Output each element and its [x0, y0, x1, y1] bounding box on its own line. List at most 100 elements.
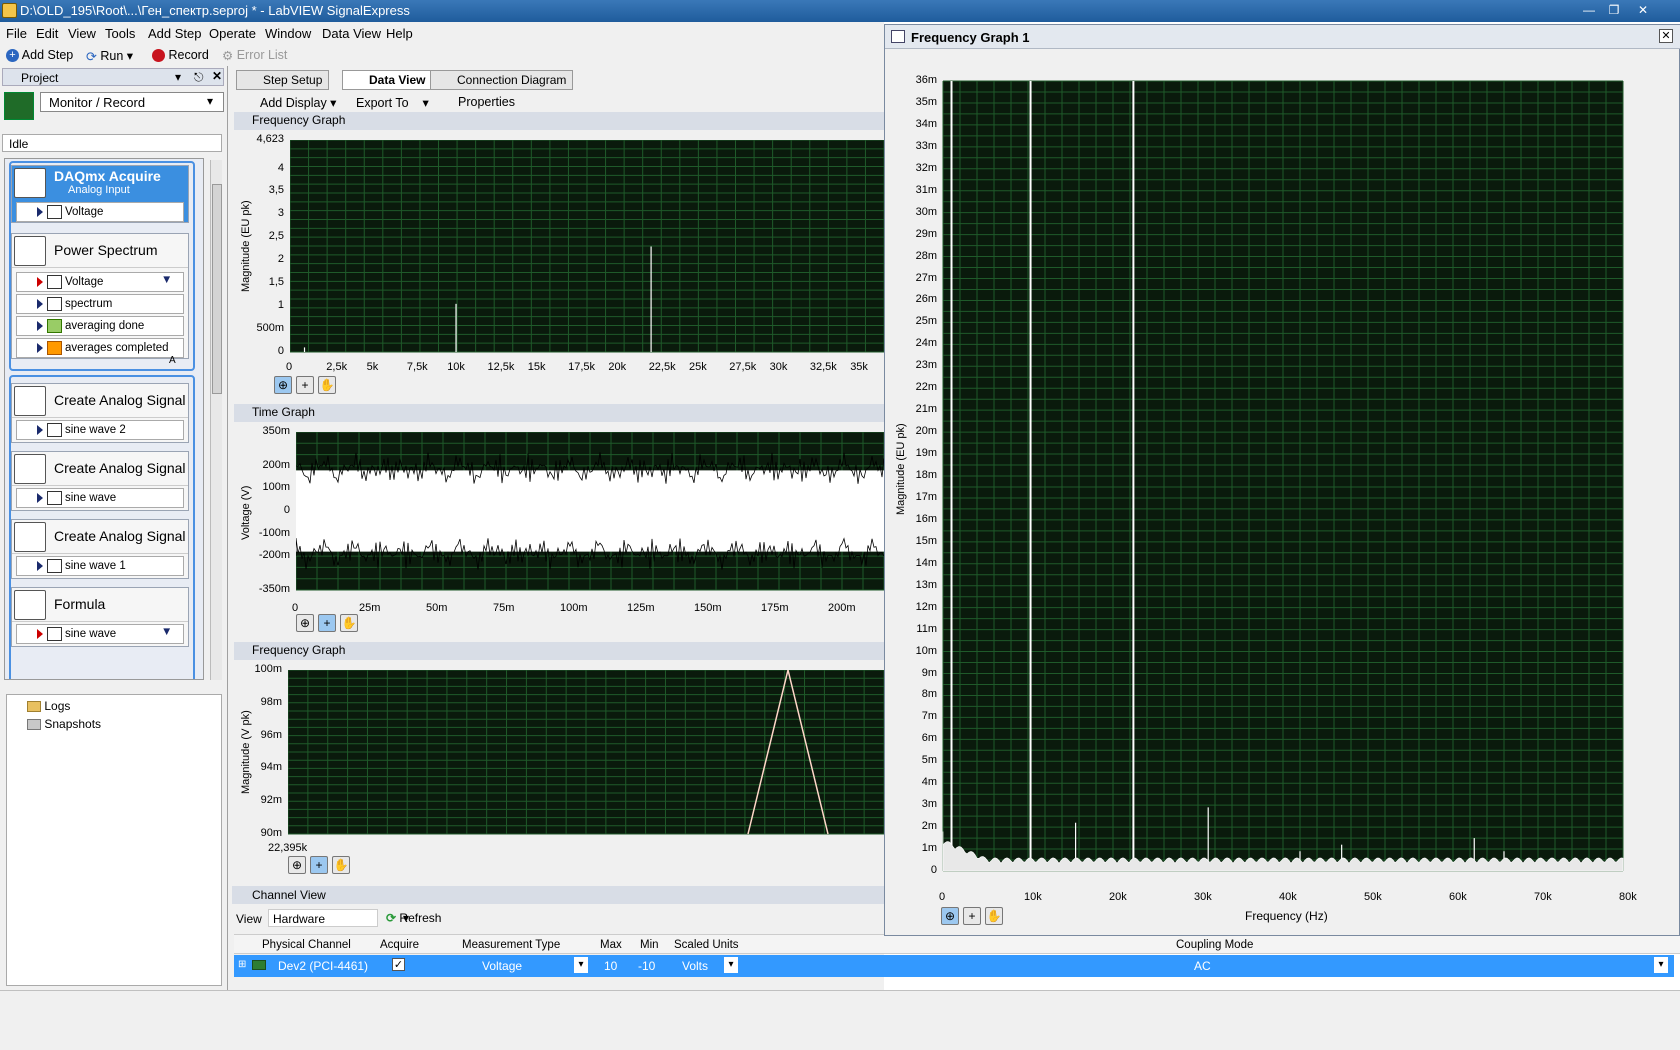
max-value[interactable]: 10 — [604, 959, 617, 973]
input-icon — [37, 629, 43, 639]
step-output-row[interactable]: Voltage — [16, 202, 184, 222]
scrollbar-thumb[interactable] — [212, 184, 222, 394]
expand-icon[interactable]: ⊞ — [238, 959, 246, 970]
zoom-icon[interactable]: ⊕ — [296, 614, 314, 632]
step-create-analog-signal[interactable]: Create Analog Signal sine wave 1 — [11, 519, 189, 579]
minimize-icon[interactable]: — — [1578, 2, 1600, 18]
row-label: spectrum — [65, 298, 113, 310]
table-row[interactable]: ⊞ Dev2 (PCI-4461) ✓ Voltage ▾ 10 -10 Vol… — [234, 955, 1674, 977]
menu-file[interactable]: File — [6, 26, 27, 41]
refresh-button[interactable]: ⟳ Refresh — [386, 911, 441, 925]
project-tree: Logs Snapshots — [6, 694, 222, 986]
time-graph-plot[interactable] — [296, 432, 884, 592]
step-formula[interactable]: Formula sine wave ▼ — [11, 587, 189, 647]
refresh-label: Refresh — [399, 911, 442, 925]
run-button[interactable]: ⟳ Run ▾ — [86, 48, 133, 65]
x-tick-label: 125m — [627, 602, 655, 614]
menu-edit[interactable]: Edit — [36, 26, 58, 41]
error-list-button[interactable]: ⚙ Error List — [222, 48, 287, 63]
y-tick-label: 22m — [915, 381, 937, 394]
export-to-button[interactable]: Export To ▾ — [356, 95, 429, 110]
y-tick-label: 4,623 — [256, 133, 284, 145]
tab-connection-diagram[interactable]: Connection Diagram — [430, 70, 574, 90]
vertical-scrollbar[interactable] — [210, 160, 222, 680]
step-output-row[interactable]: sine wave 1 — [16, 556, 184, 576]
step-output-row[interactable]: spectrum — [16, 294, 184, 314]
col-scaled-units: Scaled Units — [674, 939, 739, 951]
expand-icon[interactable] — [37, 321, 43, 331]
x-tick-label: 2,5k — [326, 361, 348, 373]
cursor-icon[interactable]: + — [963, 907, 981, 925]
step-create-analog-signal[interactable]: Create Analog Signal sine wave 2 — [11, 383, 189, 443]
zoom-icon[interactable]: ⊕ — [274, 376, 292, 394]
menu-window[interactable]: Window — [265, 26, 311, 41]
pan-icon[interactable]: ✋ — [340, 614, 358, 632]
tab-data-view[interactable]: Data View — [342, 70, 433, 90]
expand-icon[interactable] — [37, 425, 43, 435]
step-output-row[interactable]: sine wave — [16, 488, 184, 508]
menu-tools[interactable]: Tools — [105, 26, 135, 41]
menu-operate[interactable]: Operate — [209, 26, 256, 41]
add-step-button[interactable]: + Add Step — [6, 48, 73, 63]
cursor-icon[interactable]: + — [310, 856, 328, 874]
expand-icon[interactable] — [37, 343, 43, 353]
expand-icon[interactable] — [37, 493, 43, 503]
menu-add-step[interactable]: Add Step — [148, 26, 202, 41]
frequency-graph-header: Frequency Graph — [234, 112, 884, 130]
min-value[interactable]: -10 — [638, 959, 655, 973]
tree-item-label: Snapshots — [44, 717, 102, 731]
step-head: Create Analog Signal — [12, 520, 188, 554]
properties-button[interactable]: Properties — [458, 95, 515, 109]
y-tick-label: 3 — [277, 207, 284, 220]
step-output-row[interactable]: averages completed — [16, 338, 184, 358]
view-select[interactable]: Hardware ▾ — [268, 909, 409, 927]
pan-icon[interactable]: ✋ — [332, 856, 350, 874]
coupling-dropdown[interactable]: ▾ — [1654, 957, 1668, 973]
add-display-button[interactable]: Add Display ▾ — [260, 95, 336, 110]
tab-step-setup[interactable]: Step Setup — [236, 70, 330, 90]
mode-select[interactable]: Monitor / Record ▾ — [40, 92, 224, 112]
record-button[interactable]: Record — [152, 48, 209, 63]
pan-icon[interactable]: ✋ — [985, 907, 1003, 925]
cursor-icon[interactable]: + — [318, 614, 336, 632]
menu-view[interactable]: View — [68, 26, 96, 41]
waveform-icon — [47, 627, 62, 641]
acquire-checkbox[interactable]: ✓ — [392, 958, 405, 971]
step-output-row[interactable]: sine wave 2 — [16, 420, 184, 440]
step-power-spectrum[interactable]: Power Spectrum Voltage ▼ spectrum averagi… — [11, 233, 189, 359]
chevron-down-icon[interactable]: ▼ — [161, 274, 172, 286]
step-output-row[interactable]: averaging done — [16, 316, 184, 336]
x-tick-label: 100m — [560, 602, 588, 614]
zoom-icon[interactable]: ⊕ — [941, 907, 959, 925]
step-daqmx-acquire[interactable]: DAQmx Acquire Analog Input Voltage — [11, 165, 189, 223]
panel-menu-icon[interactable]: ▾ — [175, 70, 181, 84]
panel-close-icon[interactable]: ✕ — [212, 69, 222, 83]
step-input-row[interactable]: Voltage ▼ — [16, 272, 184, 292]
row-label: Voltage — [65, 276, 104, 288]
tree-item-snapshots[interactable]: Snapshots — [27, 717, 101, 731]
input-icon — [37, 277, 43, 287]
close-icon[interactable]: ✕ — [1632, 2, 1654, 18]
frequency-graph-plot[interactable] — [290, 140, 884, 354]
frequency-graph-1-plot[interactable] — [941, 55, 1631, 885]
units-dropdown[interactable]: ▾ — [724, 957, 738, 973]
frequency-graph-1-window: Frequency Graph 1 ✕ Magnitude (EU pk) Fr… — [884, 24, 1680, 936]
pin-icon[interactable]: ⎋ — [194, 70, 204, 85]
zoom-icon[interactable]: ⊕ — [288, 856, 306, 874]
step-create-analog-signal[interactable]: Create Analog Signal sine wave — [11, 451, 189, 511]
window-close-icon[interactable]: ✕ — [1659, 29, 1673, 43]
tree-item-logs[interactable]: Logs — [27, 699, 70, 713]
chevron-down-icon[interactable]: ▼ — [161, 626, 172, 638]
expand-icon[interactable] — [37, 299, 43, 309]
frequency-graph-2-plot[interactable] — [288, 670, 884, 836]
measurement-dropdown[interactable]: ▾ — [574, 957, 588, 973]
menu-help[interactable]: Help — [386, 26, 413, 41]
restore-icon[interactable]: ❐ — [1603, 2, 1625, 18]
step-input-row[interactable]: sine wave ▼ — [16, 624, 184, 644]
cursor-icon[interactable]: + — [296, 376, 314, 394]
expand-icon[interactable] — [37, 207, 43, 217]
expand-icon[interactable] — [37, 561, 43, 571]
col-measurement-type: Measurement Type — [462, 939, 561, 951]
pan-icon[interactable]: ✋ — [318, 376, 336, 394]
menu-data-view[interactable]: Data View — [322, 26, 381, 41]
